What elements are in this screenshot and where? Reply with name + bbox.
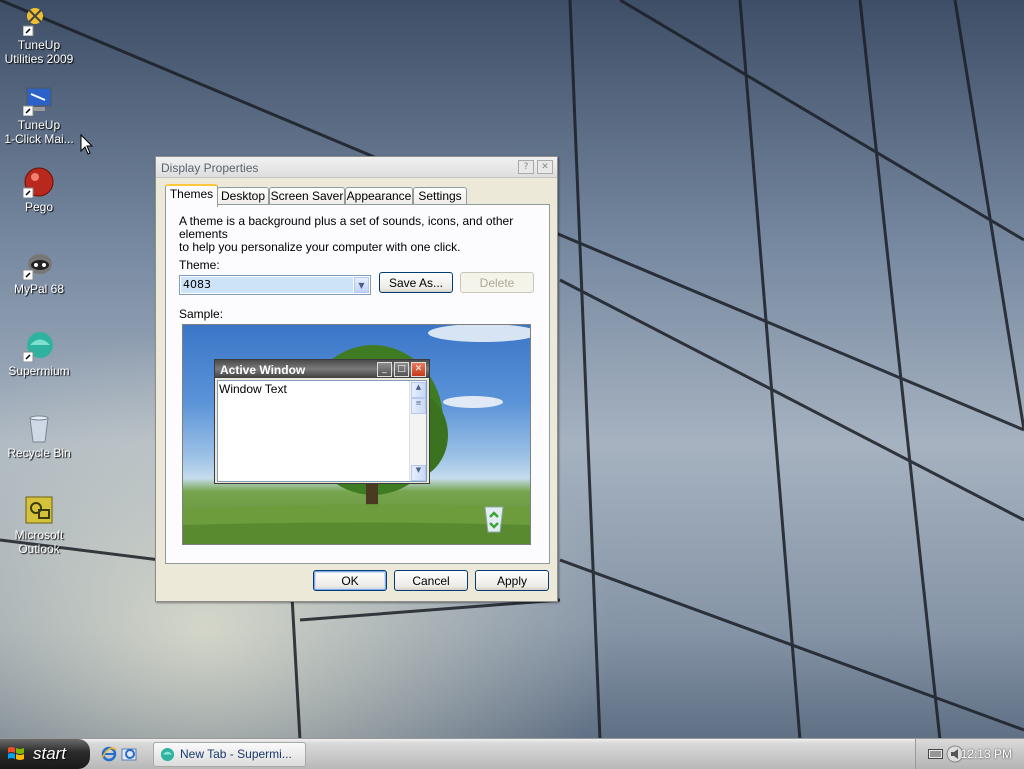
- help-button[interactable]: ?: [518, 160, 534, 174]
- scroll-up-icon: ▲: [411, 382, 426, 398]
- close-icon: ✕: [411, 362, 426, 377]
- sample-window-text: Window Text: [219, 382, 287, 396]
- tab-themes[interactable]: Themes: [165, 184, 218, 207]
- desktop-icon-label: Utilities 2009: [4, 52, 74, 66]
- desktop-icon-label: 1-Click Mai...: [4, 132, 74, 146]
- sample-window-body: Window Text ▲ ≡ ▼: [217, 380, 427, 482]
- clock[interactable]: 12:13 PM: [961, 747, 1012, 761]
- tuneup-1click-icon: [22, 84, 55, 117]
- recycle-bin-icon: [484, 506, 504, 533]
- start-label: start: [33, 744, 67, 763]
- desktop-icon-tuneup-utilities[interactable]: TuneUp Utilities 2009: [0, 4, 78, 66]
- close-button[interactable]: ✕: [537, 160, 553, 174]
- outlook-icon: [23, 494, 55, 526]
- desktop-icon-recycle-bin[interactable]: Recycle Bin: [0, 412, 78, 460]
- tuneup-utilities-icon: [22, 4, 55, 37]
- theme-selected-value: 4083: [181, 277, 353, 293]
- taskbar-task-label: New Tab - Supermi...: [180, 747, 292, 761]
- internet-explorer-icon[interactable]: [101, 746, 117, 762]
- recycle-bin-icon: [23, 412, 55, 444]
- windows-flag-icon: [8, 747, 24, 760]
- desktop-icon-mypal[interactable]: MyPal 68: [0, 248, 78, 296]
- pego-icon: [22, 166, 55, 199]
- desktop-icon-label: TuneUp: [17, 38, 61, 52]
- ok-button[interactable]: OK: [313, 570, 387, 591]
- desktop-icon-label: Recycle Bin: [7, 446, 71, 460]
- themes-description: A theme is a background plus a set of so…: [179, 215, 539, 254]
- scroll-thumb: ≡: [411, 398, 426, 414]
- description-line: to help you personalize your computer wi…: [179, 240, 461, 254]
- save-as-button[interactable]: Save As...: [379, 272, 453, 293]
- chevron-down-icon[interactable]: ▼: [354, 277, 369, 293]
- theme-sample-preview: Active Window _ □ ✕ Window Text ▲ ≡ ▼: [182, 324, 531, 545]
- desktop-icon-label: Supermium: [8, 364, 70, 378]
- tab-screen-saver[interactable]: Screen Saver: [269, 187, 345, 205]
- desktop-icon-tuneup-1click[interactable]: TuneUp 1-Click Mai...: [0, 84, 78, 146]
- sample-scrollbar: ▲ ≡ ▼: [409, 381, 426, 481]
- tab-appearance[interactable]: Appearance: [345, 187, 413, 205]
- sample-active-window: Active Window _ □ ✕ Window Text ▲ ≡ ▼: [214, 359, 430, 484]
- desktop-icon-label: Outlook: [18, 542, 60, 556]
- taskbar: start New Tab - Supermi... 12:13 PM: [0, 738, 1024, 769]
- minimize-icon: _: [377, 362, 392, 377]
- system-tray: 12:13 PM: [915, 739, 1024, 769]
- supermium-icon: [22, 330, 55, 363]
- mouse-cursor-icon: [80, 134, 94, 155]
- apply-button[interactable]: Apply: [475, 570, 549, 591]
- desktop-icon-label: MyPal 68: [13, 282, 65, 296]
- theme-dropdown[interactable]: 4083 ▼: [179, 275, 371, 295]
- outlook-express-icon[interactable]: [121, 746, 137, 762]
- desktop-icon-label: TuneUp: [17, 118, 61, 132]
- supermium-icon: [160, 747, 175, 762]
- desktop-icon-supermium[interactable]: Supermium: [0, 330, 78, 378]
- desktop-icon-outlook[interactable]: Microsoft Outlook: [0, 494, 78, 556]
- tab-settings[interactable]: Settings: [413, 187, 467, 205]
- taskbar-task-supermium[interactable]: New Tab - Supermi...: [153, 742, 306, 767]
- cancel-button[interactable]: Cancel: [394, 570, 468, 591]
- mypal-icon: [22, 248, 55, 281]
- keyboard-icon[interactable]: [928, 747, 943, 760]
- description-line: A theme is a background plus a set of so…: [179, 214, 514, 241]
- desktop-icon-label: Pego: [24, 200, 54, 214]
- delete-button[interactable]: Delete: [460, 272, 534, 293]
- desktop-icon-label: Microsoft: [14, 528, 64, 542]
- desktop-icon-pego[interactable]: Pego: [0, 166, 78, 214]
- maximize-icon: □: [394, 362, 409, 377]
- themes-tab-panel: A theme is a background plus a set of so…: [165, 204, 550, 564]
- theme-label: Theme:: [179, 258, 220, 272]
- dialog-titlebar[interactable]: Display Properties ? ✕: [156, 157, 557, 178]
- display-properties-dialog: Display Properties ? ✕ Themes Desktop Sc…: [155, 156, 558, 602]
- scroll-down-icon: ▼: [411, 465, 426, 481]
- start-button[interactable]: start: [0, 739, 90, 769]
- sample-window-titlebar: Active Window _ □ ✕: [215, 360, 429, 378]
- tab-desktop[interactable]: Desktop: [217, 187, 269, 205]
- sample-label: Sample:: [179, 307, 224, 321]
- dialog-title: Display Properties: [161, 161, 259, 175]
- sample-window-title: Active Window: [220, 363, 306, 377]
